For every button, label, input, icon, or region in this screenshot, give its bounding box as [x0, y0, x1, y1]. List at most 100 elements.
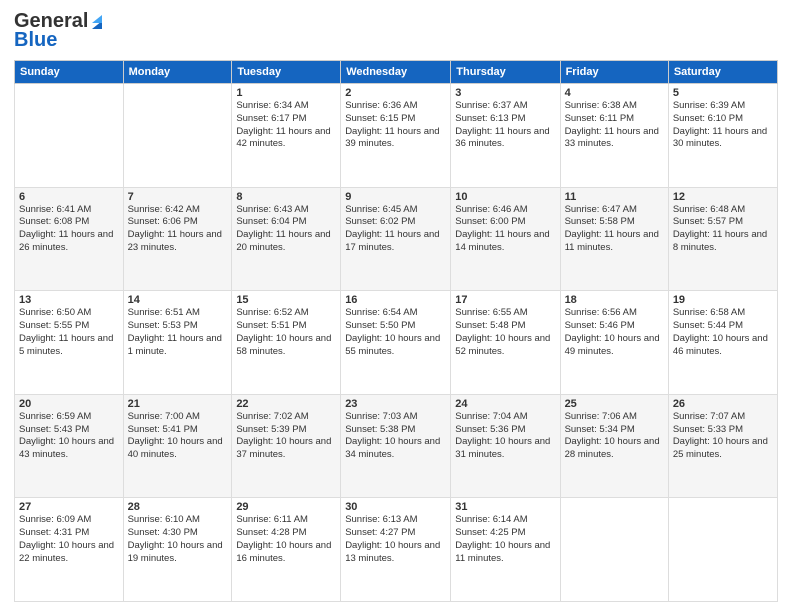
day-number: 27: [19, 501, 119, 513]
day-info: Sunrise: 6:58 AM Sunset: 5:44 PM Dayligh…: [673, 307, 773, 358]
day-number: 9: [345, 191, 446, 203]
day-number: 21: [128, 398, 228, 410]
calendar-cell: 21Sunrise: 7:00 AM Sunset: 5:41 PM Dayli…: [123, 394, 232, 498]
calendar-cell: 24Sunrise: 7:04 AM Sunset: 5:36 PM Dayli…: [451, 394, 560, 498]
day-number: 10: [455, 191, 555, 203]
day-number: 8: [236, 191, 336, 203]
day-number: 22: [236, 398, 336, 410]
day-info: Sunrise: 6:14 AM Sunset: 4:25 PM Dayligh…: [455, 514, 555, 565]
calendar-cell: 12Sunrise: 6:48 AM Sunset: 5:57 PM Dayli…: [668, 187, 777, 291]
day-info: Sunrise: 6:43 AM Sunset: 6:04 PM Dayligh…: [236, 204, 336, 255]
day-info: Sunrise: 6:54 AM Sunset: 5:50 PM Dayligh…: [345, 307, 446, 358]
calendar-cell: 27Sunrise: 6:09 AM Sunset: 4:31 PM Dayli…: [15, 498, 124, 602]
day-info: Sunrise: 6:10 AM Sunset: 4:30 PM Dayligh…: [128, 514, 228, 565]
day-info: Sunrise: 6:34 AM Sunset: 6:17 PM Dayligh…: [236, 100, 336, 151]
col-header-sunday: Sunday: [15, 61, 124, 84]
day-number: 14: [128, 294, 228, 306]
col-header-wednesday: Wednesday: [341, 61, 451, 84]
day-number: 18: [565, 294, 664, 306]
day-info: Sunrise: 6:42 AM Sunset: 6:06 PM Dayligh…: [128, 204, 228, 255]
day-info: Sunrise: 6:38 AM Sunset: 6:11 PM Dayligh…: [565, 100, 664, 151]
calendar-cell: 4Sunrise: 6:38 AM Sunset: 6:11 PM Daylig…: [560, 84, 668, 188]
day-number: 25: [565, 398, 664, 410]
day-info: Sunrise: 6:39 AM Sunset: 6:10 PM Dayligh…: [673, 100, 773, 151]
calendar-cell: 11Sunrise: 6:47 AM Sunset: 5:58 PM Dayli…: [560, 187, 668, 291]
day-number: 6: [19, 191, 119, 203]
day-number: 29: [236, 501, 336, 513]
calendar-cell: 10Sunrise: 6:46 AM Sunset: 6:00 PM Dayli…: [451, 187, 560, 291]
calendar-cell: 30Sunrise: 6:13 AM Sunset: 4:27 PM Dayli…: [341, 498, 451, 602]
day-info: Sunrise: 6:41 AM Sunset: 6:08 PM Dayligh…: [19, 204, 119, 255]
day-number: 19: [673, 294, 773, 306]
day-number: 13: [19, 294, 119, 306]
calendar-cell: 9Sunrise: 6:45 AM Sunset: 6:02 PM Daylig…: [341, 187, 451, 291]
day-info: Sunrise: 7:06 AM Sunset: 5:34 PM Dayligh…: [565, 411, 664, 462]
day-info: Sunrise: 6:50 AM Sunset: 5:55 PM Dayligh…: [19, 307, 119, 358]
logo-arrow-icon: [88, 13, 106, 31]
day-number: 1: [236, 87, 336, 99]
day-number: 28: [128, 501, 228, 513]
day-number: 24: [455, 398, 555, 410]
calendar-cell: 25Sunrise: 7:06 AM Sunset: 5:34 PM Dayli…: [560, 394, 668, 498]
day-info: Sunrise: 7:04 AM Sunset: 5:36 PM Dayligh…: [455, 411, 555, 462]
calendar-cell: 22Sunrise: 7:02 AM Sunset: 5:39 PM Dayli…: [232, 394, 341, 498]
day-number: 20: [19, 398, 119, 410]
header: General Blue: [14, 10, 778, 52]
calendar-cell: 1Sunrise: 6:34 AM Sunset: 6:17 PM Daylig…: [232, 84, 341, 188]
calendar-cell: 20Sunrise: 6:59 AM Sunset: 5:43 PM Dayli…: [15, 394, 124, 498]
calendar-cell: 2Sunrise: 6:36 AM Sunset: 6:15 PM Daylig…: [341, 84, 451, 188]
day-number: 23: [345, 398, 446, 410]
col-header-thursday: Thursday: [451, 61, 560, 84]
day-number: 3: [455, 87, 555, 99]
calendar-cell: [123, 84, 232, 188]
day-number: 4: [565, 87, 664, 99]
calendar-cell: [15, 84, 124, 188]
calendar-cell: 15Sunrise: 6:52 AM Sunset: 5:51 PM Dayli…: [232, 291, 341, 395]
day-number: 5: [673, 87, 773, 99]
day-info: Sunrise: 7:03 AM Sunset: 5:38 PM Dayligh…: [345, 411, 446, 462]
day-info: Sunrise: 7:07 AM Sunset: 5:33 PM Dayligh…: [673, 411, 773, 462]
day-info: Sunrise: 6:51 AM Sunset: 5:53 PM Dayligh…: [128, 307, 228, 358]
day-info: Sunrise: 6:11 AM Sunset: 4:28 PM Dayligh…: [236, 514, 336, 565]
calendar-cell: 16Sunrise: 6:54 AM Sunset: 5:50 PM Dayli…: [341, 291, 451, 395]
calendar-cell: 18Sunrise: 6:56 AM Sunset: 5:46 PM Dayli…: [560, 291, 668, 395]
col-header-friday: Friday: [560, 61, 668, 84]
col-header-saturday: Saturday: [668, 61, 777, 84]
day-info: Sunrise: 7:00 AM Sunset: 5:41 PM Dayligh…: [128, 411, 228, 462]
day-info: Sunrise: 6:56 AM Sunset: 5:46 PM Dayligh…: [565, 307, 664, 358]
calendar-cell: 13Sunrise: 6:50 AM Sunset: 5:55 PM Dayli…: [15, 291, 124, 395]
calendar-cell: 29Sunrise: 6:11 AM Sunset: 4:28 PM Dayli…: [232, 498, 341, 602]
calendar-cell: [668, 498, 777, 602]
calendar-cell: 23Sunrise: 7:03 AM Sunset: 5:38 PM Dayli…: [341, 394, 451, 498]
day-info: Sunrise: 6:13 AM Sunset: 4:27 PM Dayligh…: [345, 514, 446, 565]
day-info: Sunrise: 6:37 AM Sunset: 6:13 PM Dayligh…: [455, 100, 555, 151]
calendar-cell: 5Sunrise: 6:39 AM Sunset: 6:10 PM Daylig…: [668, 84, 777, 188]
day-number: 16: [345, 294, 446, 306]
day-number: 2: [345, 87, 446, 99]
day-info: Sunrise: 6:59 AM Sunset: 5:43 PM Dayligh…: [19, 411, 119, 462]
day-info: Sunrise: 6:52 AM Sunset: 5:51 PM Dayligh…: [236, 307, 336, 358]
logo: General Blue: [14, 10, 106, 52]
day-number: 7: [128, 191, 228, 203]
day-number: 30: [345, 501, 446, 513]
col-header-monday: Monday: [123, 61, 232, 84]
calendar-cell: 3Sunrise: 6:37 AM Sunset: 6:13 PM Daylig…: [451, 84, 560, 188]
calendar-cell: 17Sunrise: 6:55 AM Sunset: 5:48 PM Dayli…: [451, 291, 560, 395]
calendar-cell: 19Sunrise: 6:58 AM Sunset: 5:44 PM Dayli…: [668, 291, 777, 395]
day-number: 11: [565, 191, 664, 203]
day-info: Sunrise: 6:47 AM Sunset: 5:58 PM Dayligh…: [565, 204, 664, 255]
calendar-cell: 26Sunrise: 7:07 AM Sunset: 5:33 PM Dayli…: [668, 394, 777, 498]
calendar-cell: 31Sunrise: 6:14 AM Sunset: 4:25 PM Dayli…: [451, 498, 560, 602]
calendar-cell: 6Sunrise: 6:41 AM Sunset: 6:08 PM Daylig…: [15, 187, 124, 291]
col-header-tuesday: Tuesday: [232, 61, 341, 84]
day-info: Sunrise: 6:48 AM Sunset: 5:57 PM Dayligh…: [673, 204, 773, 255]
day-info: Sunrise: 6:46 AM Sunset: 6:00 PM Dayligh…: [455, 204, 555, 255]
day-number: 12: [673, 191, 773, 203]
calendar-cell: 7Sunrise: 6:42 AM Sunset: 6:06 PM Daylig…: [123, 187, 232, 291]
day-info: Sunrise: 6:55 AM Sunset: 5:48 PM Dayligh…: [455, 307, 555, 358]
logo-blue: Blue: [14, 29, 57, 52]
page: General Blue SundayMondayTuesdayWednesda…: [0, 0, 792, 612]
calendar-cell: 8Sunrise: 6:43 AM Sunset: 6:04 PM Daylig…: [232, 187, 341, 291]
calendar-cell: 14Sunrise: 6:51 AM Sunset: 5:53 PM Dayli…: [123, 291, 232, 395]
calendar-table: SundayMondayTuesdayWednesdayThursdayFrid…: [14, 60, 778, 602]
